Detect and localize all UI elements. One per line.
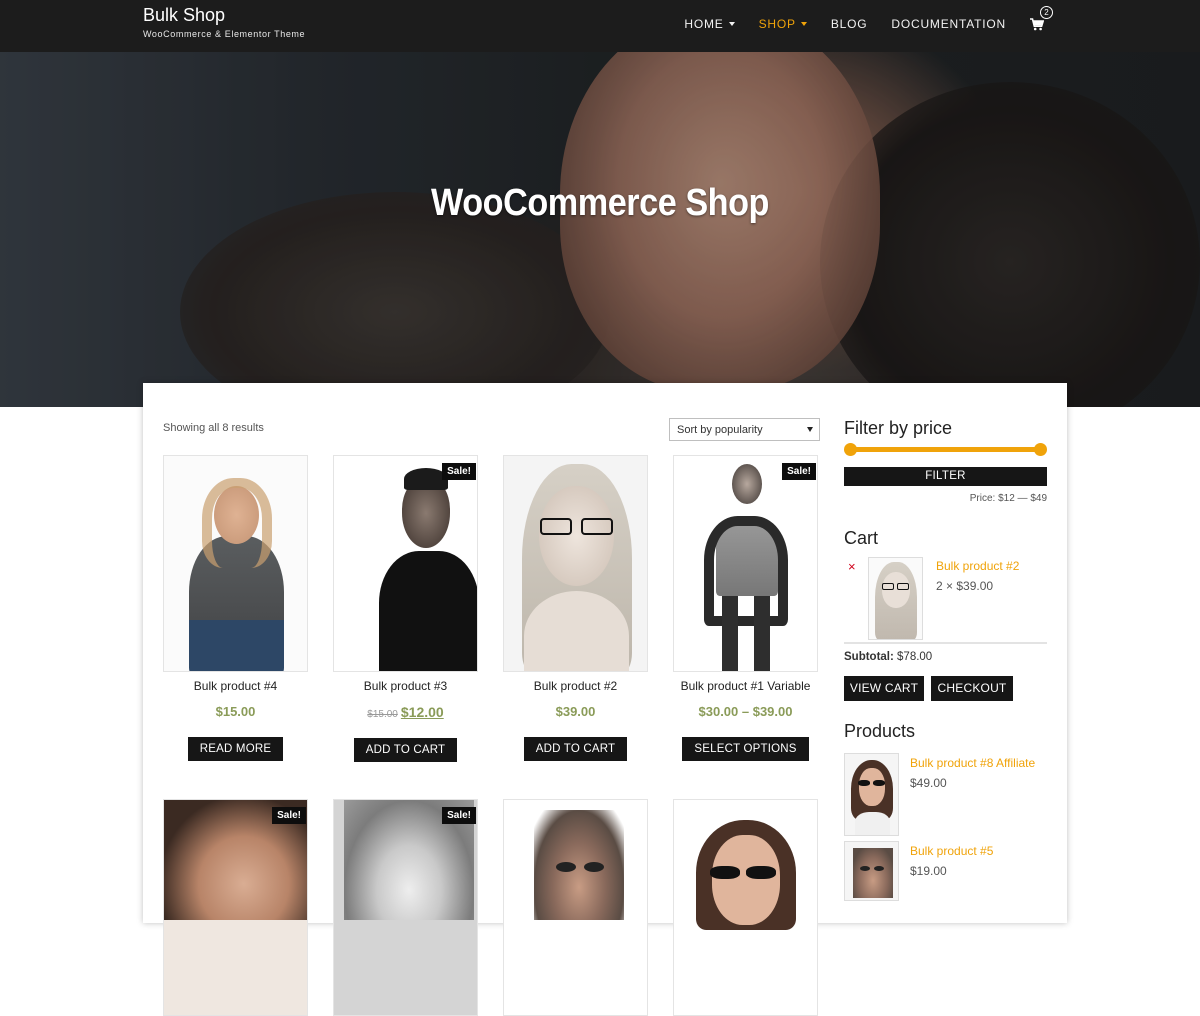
view-cart-button[interactable]: VIEW CART bbox=[844, 676, 924, 701]
product-image[interactable] bbox=[503, 799, 648, 1016]
select-options-button[interactable]: SELECT OPTIONS bbox=[682, 737, 809, 761]
nav-item-label: DOCUMENTATION bbox=[891, 17, 1006, 31]
price-value: $15.00 bbox=[215, 704, 256, 719]
product-image[interactable]: Sale! bbox=[673, 455, 818, 672]
product-price: $39.00 bbox=[503, 704, 648, 719]
products-widget-title: Products bbox=[844, 721, 916, 741]
cart-count-badge: 2 bbox=[1040, 6, 1053, 19]
shopping-cart-icon bbox=[1030, 18, 1044, 31]
site-title[interactable]: Bulk Shop bbox=[143, 5, 305, 25]
product-image[interactable] bbox=[163, 455, 308, 672]
page-title: WooCommerce Shop bbox=[430, 182, 770, 224]
product-image[interactable] bbox=[503, 455, 648, 672]
remove-item-icon[interactable]: × bbox=[848, 559, 856, 574]
top-navbar: Bulk Shop WooCommerce & Elementor Theme … bbox=[0, 0, 1200, 52]
chevron-down-icon bbox=[800, 22, 807, 26]
product-image[interactable]: Sale! bbox=[333, 799, 478, 1016]
sidebar-product-link[interactable]: Bulk product #5 bbox=[910, 844, 993, 858]
product-title[interactable]: Bulk product #3 bbox=[333, 679, 478, 693]
nav-item-shop[interactable]: SHOP bbox=[759, 17, 807, 31]
nav-item-label: BLOG bbox=[830, 17, 868, 31]
product-image[interactable]: Sale! bbox=[333, 455, 478, 672]
cart-item-link[interactable]: Bulk product #2 bbox=[936, 559, 1019, 573]
product-card: Sale! bbox=[163, 799, 308, 1016]
result-count: Showing all 8 results bbox=[163, 422, 264, 434]
sort-selected-value: Sort by popularity bbox=[677, 424, 763, 436]
header-cart-button[interactable]: 2 bbox=[1030, 6, 1053, 34]
sidebar-product-price: $49.00 bbox=[910, 776, 947, 790]
sidebar-product-link[interactable]: Bulk product #8 Affiliate bbox=[910, 756, 1035, 770]
product-card bbox=[503, 799, 648, 1016]
sale-badge: Sale! bbox=[782, 463, 816, 480]
sale-price: $12.00 bbox=[400, 704, 444, 720]
hero-banner: WooCommerce Shop bbox=[0, 52, 1200, 407]
cart-widget-title: Cart bbox=[844, 528, 879, 548]
shop-content-card: Showing all 8 results Sort by popularity… bbox=[143, 383, 1067, 1016]
product-title[interactable]: Bulk product #1 Variable bbox=[673, 679, 818, 693]
checkout-button[interactable]: CHECKOUT bbox=[931, 676, 1013, 701]
read-more-button[interactable]: READ MORE bbox=[187, 737, 284, 761]
product-image[interactable] bbox=[673, 799, 818, 1016]
cart-item-quantity: 2 × $39.00 bbox=[936, 579, 994, 593]
cart-subtotal: Subtotal: $78.00 bbox=[844, 651, 932, 663]
sale-badge: Sale! bbox=[272, 807, 306, 824]
price-range-label: Price: $12 — $49 bbox=[969, 493, 1047, 504]
nav-item-blog[interactable]: BLOG bbox=[831, 17, 868, 31]
add-to-cart-button[interactable]: ADD TO CART bbox=[523, 737, 628, 761]
product-card: Sale! Bulk product #3 $15.00 $12.00 ADD T… bbox=[333, 455, 478, 762]
price-range-handle-min[interactable] bbox=[844, 443, 857, 456]
nav-item-label: SHOP bbox=[758, 17, 796, 31]
dropdown-arrow-icon bbox=[807, 427, 813, 432]
main-menu: HOME SHOP BLOG DOCUMENTATION 2 bbox=[660, 0, 1053, 48]
price-range-handle-max[interactable] bbox=[1034, 443, 1047, 456]
nav-item-label: HOME bbox=[684, 17, 724, 31]
cart-item-thumbnail[interactable] bbox=[868, 557, 923, 640]
product-title[interactable]: Bulk product #4 bbox=[163, 679, 308, 693]
add-to-cart-button[interactable]: ADD TO CART bbox=[353, 738, 458, 762]
sidebar-product-thumbnail[interactable] bbox=[844, 841, 899, 901]
product-price: $15.00 $12.00 bbox=[333, 704, 478, 720]
product-price: $30.00 – $39.00 bbox=[673, 704, 818, 719]
price-value: $30.00 – $39.00 bbox=[698, 704, 793, 719]
product-title[interactable]: Bulk product #2 bbox=[503, 679, 648, 693]
price-range-track[interactable] bbox=[849, 447, 1041, 452]
product-card bbox=[673, 799, 818, 1016]
hero-overlay bbox=[0, 52, 1200, 407]
sale-badge: Sale! bbox=[442, 807, 476, 824]
filter-widget-title: Filter by price bbox=[844, 418, 953, 438]
chevron-down-icon bbox=[728, 22, 735, 26]
site-branding[interactable]: Bulk Shop WooCommerce & Elementor Theme bbox=[143, 5, 305, 39]
product-image[interactable]: Sale! bbox=[163, 799, 308, 1016]
site-tagline: WooCommerce & Elementor Theme bbox=[143, 29, 306, 39]
filter-button[interactable]: FILTER bbox=[844, 467, 1047, 486]
product-price: $15.00 bbox=[163, 704, 308, 719]
sort-select[interactable]: Sort by popularity bbox=[669, 418, 820, 441]
regular-price: $15.00 bbox=[367, 709, 398, 720]
product-card: Bulk product #4 $15.00 READ MORE bbox=[163, 455, 308, 761]
sale-badge: Sale! bbox=[442, 463, 476, 480]
subtotal-value: $78.00 bbox=[897, 651, 933, 663]
price-value: $39.00 bbox=[555, 704, 596, 719]
product-card: Sale! bbox=[333, 799, 478, 1016]
product-card: Sale! Bulk product #1 Variable $30.00 – … bbox=[673, 455, 818, 761]
subtotal-label: Subtotal: bbox=[844, 651, 894, 663]
sidebar-product-thumbnail[interactable] bbox=[844, 753, 899, 836]
product-card: Bulk product #2 $39.00 ADD TO CART bbox=[503, 455, 648, 761]
divider bbox=[844, 642, 1047, 644]
sidebar-product-price: $19.00 bbox=[910, 864, 947, 878]
nav-item-documentation[interactable]: DOCUMENTATION bbox=[891, 17, 1006, 31]
nav-item-home[interactable]: HOME bbox=[684, 17, 735, 31]
